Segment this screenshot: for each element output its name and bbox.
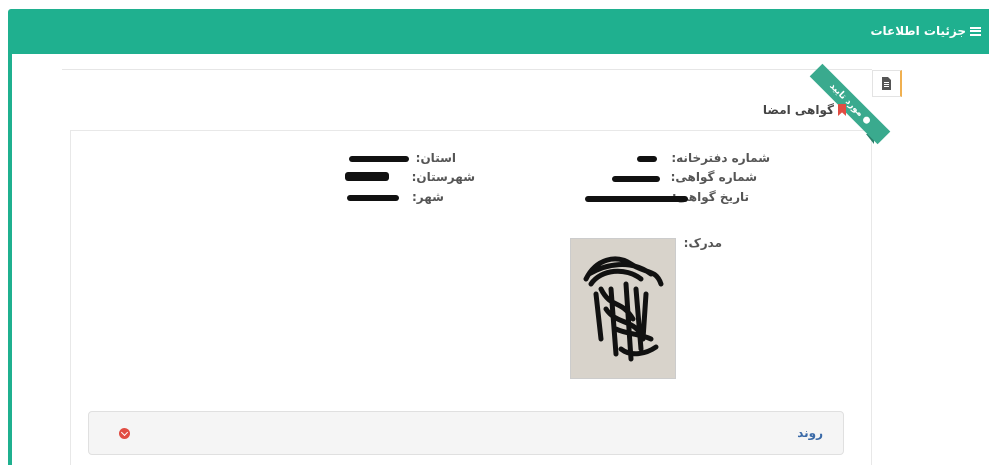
file-text-icon — [882, 77, 891, 90]
process-label[interactable]: روند — [797, 426, 823, 440]
page-header-bar: جزئیات اطلاعات — [8, 9, 989, 54]
section-title: گواهی امضا — [763, 103, 846, 117]
document-image[interactable] — [570, 238, 676, 379]
county-label: شهرستان: — [411, 170, 475, 184]
divider — [62, 69, 872, 70]
check-circle-icon: ● — [860, 114, 873, 127]
chevron-down-circle-icon[interactable] — [119, 428, 130, 439]
process-panel-header[interactable]: روند — [88, 411, 844, 455]
redacted-value — [585, 196, 688, 202]
office-number-label: شماره دفترخانه: — [671, 151, 770, 165]
section-title-text: گواهی امضا — [762, 103, 834, 117]
page-title: جزئیات اطلاعات — [870, 24, 981, 38]
redacted-value — [637, 156, 657, 162]
bookmark-icon — [838, 104, 846, 116]
left-accent-border — [8, 54, 12, 465]
certificate-number-label: شماره گواهی: — [670, 170, 757, 184]
document-label: مدرک: — [683, 236, 722, 250]
city-label: شهر: — [412, 190, 444, 204]
redacted-value — [347, 195, 399, 201]
page-title-text: جزئیات اطلاعات — [870, 24, 966, 38]
redacted-value — [612, 176, 660, 182]
scribble-image — [571, 239, 675, 378]
province-label: استان: — [415, 151, 456, 165]
redacted-value — [345, 172, 389, 181]
bars-icon[interactable] — [970, 26, 981, 36]
redacted-value — [349, 156, 409, 162]
document-tab[interactable] — [872, 70, 902, 97]
